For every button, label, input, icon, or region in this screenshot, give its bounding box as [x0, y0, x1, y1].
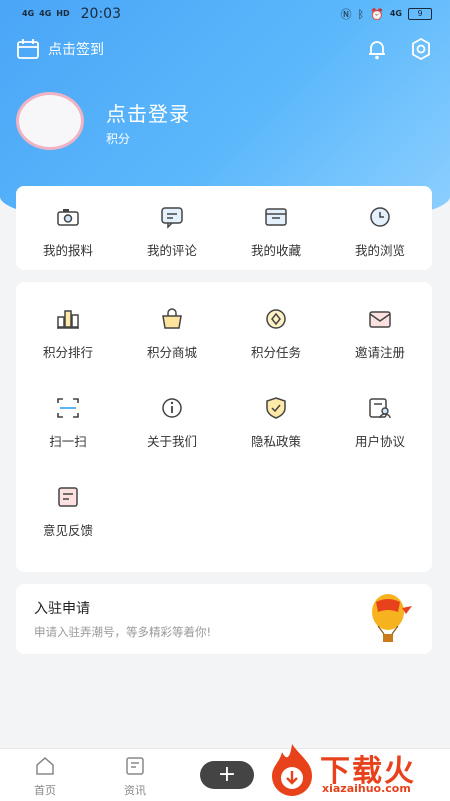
user-agreement-icon	[369, 398, 391, 419]
menu-item-points-tasks[interactable]: 积分任务	[224, 306, 328, 361]
points-label: 积分	[106, 132, 131, 146]
tab-news[interactable]: 资讯	[100, 755, 170, 798]
settings-icon[interactable]	[408, 36, 434, 62]
coin-task-icon	[266, 309, 286, 329]
menu-item-points-mall[interactable]: 积分商城	[120, 306, 224, 361]
feedback-icon	[58, 487, 78, 507]
avatar[interactable]	[16, 92, 84, 150]
checkin-label: 点击签到	[48, 42, 104, 58]
camera-icon	[57, 209, 79, 226]
watermark-url: xiazaihuo.com	[322, 782, 411, 795]
menu-item-user-agreement[interactable]: 用户协议	[328, 395, 432, 450]
battery-icon: 9	[408, 8, 432, 20]
clock-icon	[370, 207, 390, 227]
quick-menu-card: 我的报料 我的评论 我的收藏 我的浏览	[16, 186, 432, 270]
bluetooth-icon: ᛒ	[357, 7, 365, 21]
flame-logo-icon	[272, 744, 312, 796]
login-button[interactable]: 点击登录	[106, 98, 190, 127]
comment-icon	[161, 207, 183, 229]
menu-item-my-reports[interactable]: 我的报料	[16, 204, 120, 259]
services-card: 积分排行 积分商城 积分任务 邀请注册 扫一扫 关于我们 隐私政策 用户协议 意…	[16, 282, 432, 572]
menu-item-scan[interactable]: 扫一扫	[16, 395, 120, 450]
menu-item-feedback[interactable]: 意见反馈	[16, 484, 120, 539]
watermark-logo: 下载火 xiazaihuo.com	[262, 738, 450, 800]
menu-item-my-history[interactable]: 我的浏览	[328, 204, 432, 259]
scan-icon	[57, 398, 79, 418]
hd-icon: HD	[56, 9, 70, 18]
top-bar: 点击签到	[0, 34, 450, 66]
hot-air-balloon-icon	[372, 594, 412, 642]
menu-item-my-comments[interactable]: 我的评论	[120, 204, 224, 259]
shield-check-icon	[266, 397, 286, 419]
status-bar: 4G 4G HD 20:03 Ⓝ ᛒ ⏰ 4G 9	[0, 0, 450, 28]
checkin-button[interactable]: 点击签到	[16, 38, 104, 60]
menu-item-points-ranking[interactable]: 积分排行	[16, 306, 120, 361]
add-button[interactable]: +	[200, 761, 254, 789]
news-icon	[126, 757, 144, 775]
alarm-icon: ⏰	[370, 7, 384, 21]
tab-home[interactable]: 首页	[10, 755, 80, 798]
info-icon	[162, 398, 182, 418]
shopping-bag-icon	[162, 308, 182, 329]
profile-section: 点击登录 积分	[16, 92, 436, 152]
menu-item-about-us[interactable]: 关于我们	[120, 395, 224, 450]
menu-item-my-favorites[interactable]: 我的收藏	[224, 204, 328, 259]
status-time: 20:03	[80, 6, 121, 22]
calendar-icon	[17, 39, 39, 59]
menu-item-invite-register[interactable]: 邀请注册	[328, 306, 432, 361]
network-icon: 4G	[389, 9, 402, 18]
favorites-box-icon	[265, 208, 287, 226]
ranking-icon	[57, 310, 79, 329]
home-icon	[36, 757, 54, 775]
apply-card[interactable]: 入驻申请 申请入驻弄潮号，等多精彩等着你!	[16, 584, 432, 654]
apply-subtitle: 申请入驻弄潮号，等多精彩等着你!	[34, 625, 212, 639]
nfc-icon: Ⓝ	[340, 8, 352, 21]
menu-item-privacy-policy[interactable]: 隐私政策	[224, 395, 328, 450]
signal-icon: 4G	[39, 9, 52, 18]
apply-title: 入驻申请	[34, 601, 90, 617]
bell-icon[interactable]	[364, 36, 390, 62]
invite-envelope-icon	[369, 311, 391, 328]
signal-icon: 4G	[22, 9, 35, 18]
